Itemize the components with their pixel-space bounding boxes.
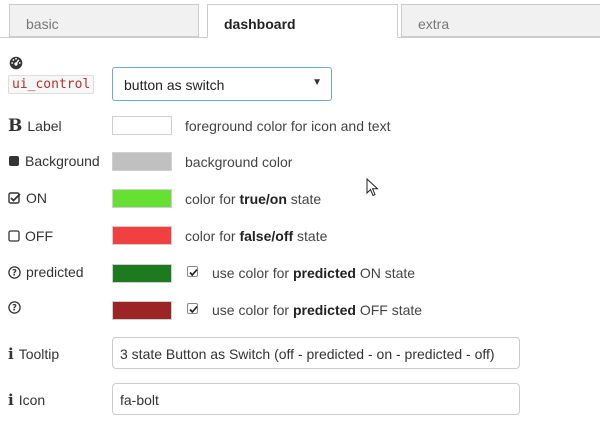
mouse-pointer-icon bbox=[366, 177, 380, 201]
background-row-label: Background bbox=[8, 153, 100, 169]
on-description: color for true/on state bbox=[185, 191, 322, 207]
checkbox-empty-icon bbox=[8, 230, 20, 242]
on-text: ON bbox=[26, 190, 47, 206]
svg-text:?: ? bbox=[12, 304, 17, 314]
tab-bar: basic dashboard extra bbox=[0, 0, 600, 38]
tab-dashboard[interactable]: dashboard bbox=[207, 4, 398, 38]
filled-square-icon bbox=[8, 155, 20, 167]
on-color-swatch[interactable] bbox=[112, 189, 172, 208]
on-row-label: ON bbox=[8, 190, 47, 206]
off-row-label: OFF bbox=[8, 228, 53, 244]
tooltip-input[interactable]: 3 state Button as Switch (off - predicte… bbox=[112, 337, 520, 369]
tab-basic[interactable]: basic bbox=[9, 4, 199, 37]
predicted-on-description: use color for predicted ON state bbox=[212, 265, 416, 281]
background-description: background color bbox=[185, 154, 293, 170]
predicted-off-row-label: ? bbox=[8, 301, 26, 314]
label-color-swatch[interactable] bbox=[112, 116, 172, 135]
tooltip-text: Tooltip bbox=[18, 346, 60, 362]
predicted-on-checkbox[interactable] bbox=[187, 266, 198, 277]
off-color-swatch[interactable] bbox=[112, 226, 172, 245]
select-value: button as switch bbox=[124, 77, 225, 93]
predicted-off-color-swatch[interactable] bbox=[112, 301, 172, 320]
tab-extra[interactable]: extra bbox=[401, 4, 600, 37]
question-circle-icon: ? bbox=[8, 301, 21, 314]
question-circle-icon: ? bbox=[8, 265, 21, 279]
ui-control-tag: ui_control bbox=[8, 75, 95, 94]
tooltip-row-label: i Tooltip bbox=[8, 345, 59, 363]
predicted-on-color-swatch[interactable] bbox=[112, 264, 172, 283]
label-description: foreground color for icon and text bbox=[185, 118, 391, 134]
icon-input[interactable]: fa-bolt bbox=[112, 383, 520, 415]
predicted-on-row-label: ? predicted bbox=[8, 264, 84, 280]
predicted-text: predicted bbox=[26, 264, 84, 280]
chevron-down-icon: ▼ bbox=[312, 77, 322, 88]
info-icon: i bbox=[8, 391, 14, 409]
icon-text: Icon bbox=[18, 392, 46, 408]
background-text: Background bbox=[25, 153, 100, 169]
checkbox-checked-icon bbox=[8, 191, 21, 205]
label-text: Label bbox=[27, 118, 62, 134]
off-description: color for false/off state bbox=[185, 228, 328, 244]
predicted-off-description: use color for predicted OFF state bbox=[212, 302, 423, 318]
background-color-swatch[interactable] bbox=[112, 152, 172, 171]
dashboard-icon bbox=[9, 56, 23, 73]
predicted-off-checkbox[interactable] bbox=[187, 303, 198, 314]
control-type-select[interactable]: button as switch ▼ bbox=[112, 67, 332, 101]
svg-text:?: ? bbox=[12, 268, 17, 278]
label-row-label: B Label bbox=[8, 116, 62, 136]
off-text: OFF bbox=[25, 228, 53, 244]
icon-row-label: i Icon bbox=[8, 391, 45, 409]
info-icon: i bbox=[8, 345, 14, 363]
bold-icon: B bbox=[8, 116, 23, 136]
